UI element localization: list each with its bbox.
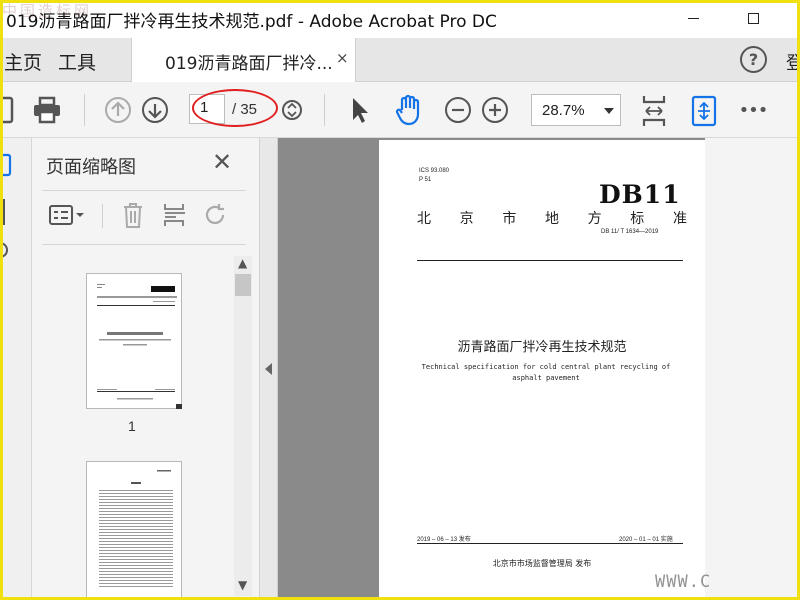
tab-home[interactable]: 主页	[4, 48, 42, 75]
toolbar-separator	[324, 94, 325, 126]
delete-icon[interactable]	[118, 200, 148, 230]
panel-collapse-handle[interactable]	[260, 138, 278, 600]
sign-in-button[interactable]: 登	[786, 49, 800, 75]
select-cursor-icon[interactable]	[345, 94, 375, 126]
category-char: 标	[630, 211, 645, 227]
print-icon[interactable]	[30, 94, 64, 126]
tab-document-label: 019沥青路面厂拌冷...	[165, 54, 333, 74]
page-thumbnail[interactable]	[86, 273, 182, 409]
document-title: 沥青路面厂拌冷再生技术规范	[457, 340, 627, 355]
hand-tool-icon[interactable]	[392, 92, 426, 128]
watermark-bottom: WWW.C	[655, 572, 712, 592]
scrollbar-thumb[interactable]	[235, 274, 251, 296]
panel-title: 页面缩略图	[46, 157, 136, 178]
tab-bar: 主页 工具 019沥青路面厂拌冷... × ? 登	[0, 38, 800, 82]
scroll-up-icon[interactable]: ▲	[238, 256, 247, 270]
issue-date: 2019 – 06 – 13 发布	[417, 537, 471, 543]
ccs-code: P 51	[419, 177, 432, 183]
attachments-nav-icon[interactable]	[0, 240, 10, 260]
pdf-page[interactable]: ICS 93.080 P 51 DB11 北 京 市 地 方 标 准 DB 11…	[379, 140, 705, 600]
category-char: 准	[672, 211, 687, 227]
options-menu-icon[interactable]	[46, 200, 86, 230]
save-icon[interactable]	[0, 96, 14, 124]
category-char: 市	[502, 211, 517, 227]
thumbnails-nav-icon[interactable]	[0, 152, 14, 178]
zoom-out-icon[interactable]	[442, 94, 474, 126]
left-nav-strip	[0, 138, 32, 600]
document-title-english: Technical specification for cold central…	[421, 363, 671, 382]
panel-divider	[42, 190, 246, 191]
page-down-icon[interactable]	[139, 94, 171, 126]
zoom-in-icon[interactable]	[479, 94, 511, 126]
maximize-button[interactable]	[730, 0, 776, 36]
ics-code: ICS 93.080	[419, 168, 450, 174]
toolbar: 1 / 35 28.7% •••	[0, 82, 800, 138]
fit-page-icon[interactable]	[638, 92, 670, 130]
more-icon[interactable]: •••	[736, 96, 770, 124]
minimize-button[interactable]	[670, 0, 716, 36]
tab-tools[interactable]: 工具	[58, 48, 96, 75]
toolbar-separator	[84, 94, 85, 126]
bookmarks-nav-icon[interactable]	[0, 198, 10, 226]
window-title: 019沥青路面厂拌冷再生技术规范.pdf - Adobe Acrobat Pro…	[6, 12, 497, 32]
db-code: DB11	[599, 180, 681, 209]
zoom-value: 28.7%	[542, 102, 585, 119]
document-viewport-margin	[705, 138, 800, 600]
standard-category: 北 京 市 地 方 标 准	[417, 208, 687, 228]
category-char: 北	[417, 211, 431, 227]
issuing-authority: 北京市市场监督管理局 发布	[492, 559, 592, 568]
page-thumbnail[interactable]	[86, 461, 182, 600]
title-bar: 中国造标网 019沥青路面厂拌冷再生技术规范.pdf - Adobe Acrob…	[0, 0, 800, 38]
footer-rule	[417, 543, 683, 544]
standard-number: DB 11/ T 1634—2019	[601, 229, 659, 235]
panel-separator	[102, 204, 103, 228]
close-icon[interactable]: ✕	[212, 148, 232, 176]
chevron-left-icon	[265, 363, 272, 375]
help-button[interactable]: ?	[740, 46, 767, 73]
scroll-down-icon[interactable]: ▼	[238, 578, 247, 592]
minimize-icon	[687, 17, 699, 19]
thumbnails-scrollbar[interactable]	[234, 256, 252, 596]
effective-date: 2020 – 01 – 01 实施	[619, 537, 673, 543]
tab-document[interactable]: 019沥青路面厂拌冷... ×	[131, 38, 356, 82]
page-up-icon[interactable]	[102, 94, 134, 126]
category-char: 京	[459, 211, 474, 227]
header-rule	[417, 260, 683, 261]
zoom-select[interactable]: 28.7%	[531, 94, 621, 126]
annotation-circle	[192, 89, 278, 127]
scroll-mode-icon[interactable]	[688, 92, 720, 130]
category-char: 地	[544, 211, 559, 227]
page-stepper-icon[interactable]	[280, 96, 304, 124]
maximize-icon	[747, 12, 759, 24]
rotate-icon[interactable]	[200, 200, 230, 230]
tab-close-button[interactable]: ×	[336, 49, 349, 67]
thumbnails-panel: 页面缩略图 ✕ ▲ ▼ 1	[32, 138, 260, 600]
thumbnail-page-label: 1	[128, 418, 136, 434]
chevron-down-icon	[604, 108, 614, 114]
category-char: 方	[587, 211, 602, 227]
panel-divider	[42, 244, 246, 245]
insert-page-icon[interactable]	[160, 200, 190, 230]
